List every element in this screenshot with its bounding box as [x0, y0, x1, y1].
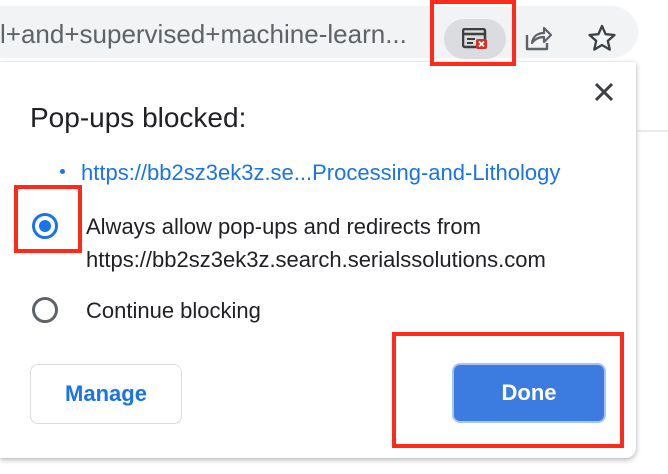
blocked-popup-link[interactable]: https://bb2sz3ek3z.se...Processing-and-L…: [60, 160, 560, 186]
popup-blocked-icon: [462, 28, 487, 49]
radio-continue-blocking-label[interactable]: Continue blocking: [86, 294, 261, 327]
address-bar-text[interactable]: l+and+supervised+machine-learn...: [0, 19, 428, 49]
bubble-title: Pop-ups blocked:: [30, 102, 247, 133]
blocked-popup-link-text[interactable]: https://bb2sz3ek3z.se...Processing-and-L…: [81, 160, 560, 185]
share-icon: [525, 26, 553, 51]
radio-always-allow-label[interactable]: Always allow pop-ups and redirects from …: [86, 210, 616, 276]
close-icon: [594, 82, 614, 102]
manage-button[interactable]: Manage: [30, 364, 182, 424]
radio-continue-blocking[interactable]: [32, 297, 58, 323]
star-icon: [588, 24, 616, 51]
list-bullet: [60, 168, 65, 174]
radio-always-allow[interactable]: [32, 213, 58, 239]
page-divider: [637, 130, 668, 132]
bookmark-button[interactable]: [584, 20, 620, 56]
address-bar[interactable]: l+and+supervised+machine-learn...: [0, 6, 638, 59]
browser-window: l+and+supervised+machine-learn... Pop-up…: [0, 0, 668, 474]
close-button[interactable]: [590, 78, 618, 106]
share-button[interactable]: [520, 20, 556, 56]
popup-blocked-button[interactable]: [444, 19, 506, 59]
done-button[interactable]: Done: [452, 363, 606, 423]
